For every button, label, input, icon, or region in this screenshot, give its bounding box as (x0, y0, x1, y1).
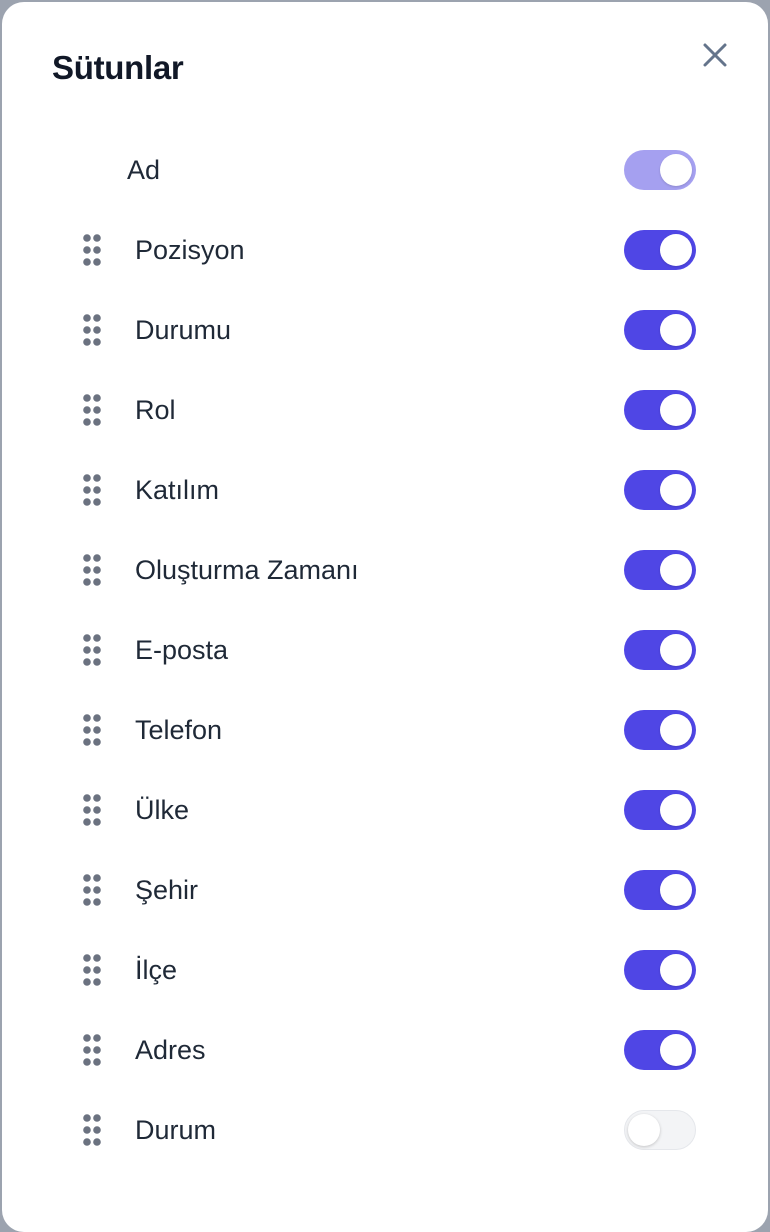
toggle-knob (628, 1114, 660, 1146)
columns-dialog: Sütunlar Ad Pozisyon Durumu Rol Katılım … (2, 2, 768, 1232)
toggle-knob (660, 154, 692, 186)
toggle-knob (660, 634, 692, 666)
column-toggle-katilim[interactable] (624, 470, 696, 510)
drag-handle-icon[interactable] (80, 312, 104, 348)
drag-handle-icon[interactable] (80, 232, 104, 268)
dialog-title: Sütunlar (52, 49, 184, 86)
column-row-e-posta: E-posta (2, 610, 768, 690)
column-label: Ad (127, 155, 161, 185)
close-icon (703, 43, 727, 67)
toggle-knob (660, 554, 692, 586)
column-label: Ülke (135, 795, 190, 825)
column-toggle-e-posta[interactable] (624, 630, 696, 670)
drag-handle-icon[interactable] (80, 392, 104, 428)
toggle-knob (660, 314, 692, 346)
toggle-knob (660, 954, 692, 986)
column-toggle-ilce[interactable] (624, 950, 696, 990)
column-row-ad: Ad (2, 130, 768, 210)
column-label: Şehir (135, 875, 199, 905)
column-label: Adres (135, 1035, 206, 1065)
column-toggle-pozisyon[interactable] (624, 230, 696, 270)
column-label: Oluşturma Zamanı (135, 555, 359, 585)
drag-handle-icon[interactable] (80, 952, 104, 988)
column-row-ilce: İlçe (2, 930, 768, 1010)
toggle-knob (660, 874, 692, 906)
column-toggle-sehir[interactable] (624, 870, 696, 910)
column-toggle-ad[interactable] (624, 150, 696, 190)
drag-handle-icon[interactable] (80, 552, 104, 588)
column-label: Durum (135, 1115, 217, 1145)
column-toggle-durumu[interactable] (624, 310, 696, 350)
column-label: E-posta (135, 635, 229, 665)
column-row-adres: Adres (2, 1010, 768, 1090)
column-row-olusturma-zamani: Oluşturma Zamanı (2, 530, 768, 610)
toggle-knob (660, 234, 692, 266)
column-toggle-ulke[interactable] (624, 790, 696, 830)
toggle-knob (660, 474, 692, 506)
column-toggle-adres[interactable] (624, 1030, 696, 1070)
drag-handle-icon[interactable] (80, 1032, 104, 1068)
column-label: Durumu (135, 315, 232, 345)
column-row-durumu: Durumu (2, 290, 768, 370)
toggle-knob (660, 794, 692, 826)
column-toggle-durum[interactable] (624, 1110, 696, 1150)
drag-handle-icon[interactable] (80, 1112, 104, 1148)
column-row-ulke: Ülke (2, 770, 768, 850)
column-row-durum: Durum (2, 1090, 768, 1170)
drag-handle-icon[interactable] (80, 712, 104, 748)
column-row-telefon: Telefon (2, 690, 768, 770)
column-label: İlçe (135, 955, 178, 985)
column-label: Rol (135, 395, 176, 425)
column-toggle-rol[interactable] (624, 390, 696, 430)
drag-handle-icon[interactable] (80, 632, 104, 668)
column-label: Telefon (135, 715, 223, 745)
column-row-katilim: Katılım (2, 450, 768, 530)
column-list: Ad Pozisyon Durumu Rol Katılım Oluşturma… (2, 130, 768, 1170)
column-toggle-telefon[interactable] (624, 710, 696, 750)
column-toggle-olusturma-zamani[interactable] (624, 550, 696, 590)
close-button[interactable] (696, 36, 734, 74)
drag-handle-icon[interactable] (80, 792, 104, 828)
column-label: Pozisyon (135, 235, 245, 265)
column-label: Katılım (135, 475, 220, 505)
toggle-knob (660, 394, 692, 426)
toggle-knob (660, 1034, 692, 1066)
column-row-rol: Rol (2, 370, 768, 450)
column-row-pozisyon: Pozisyon (2, 210, 768, 290)
drag-handle-icon[interactable] (80, 872, 104, 908)
toggle-knob (660, 714, 692, 746)
drag-handle-icon[interactable] (80, 472, 104, 508)
column-row-sehir: Şehir (2, 850, 768, 930)
